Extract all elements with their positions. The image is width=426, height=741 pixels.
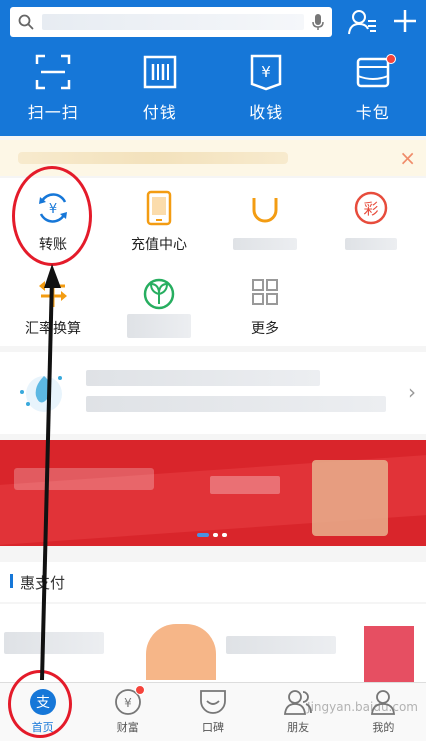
annotation-arrow bbox=[40, 264, 61, 681]
alipay-home-screen: 扫一扫 付钱 ¥ 收钱 卡包 × ¥ 转账 充值中心 彩 汇率换算 更多 › 支… bbox=[0, 0, 426, 741]
